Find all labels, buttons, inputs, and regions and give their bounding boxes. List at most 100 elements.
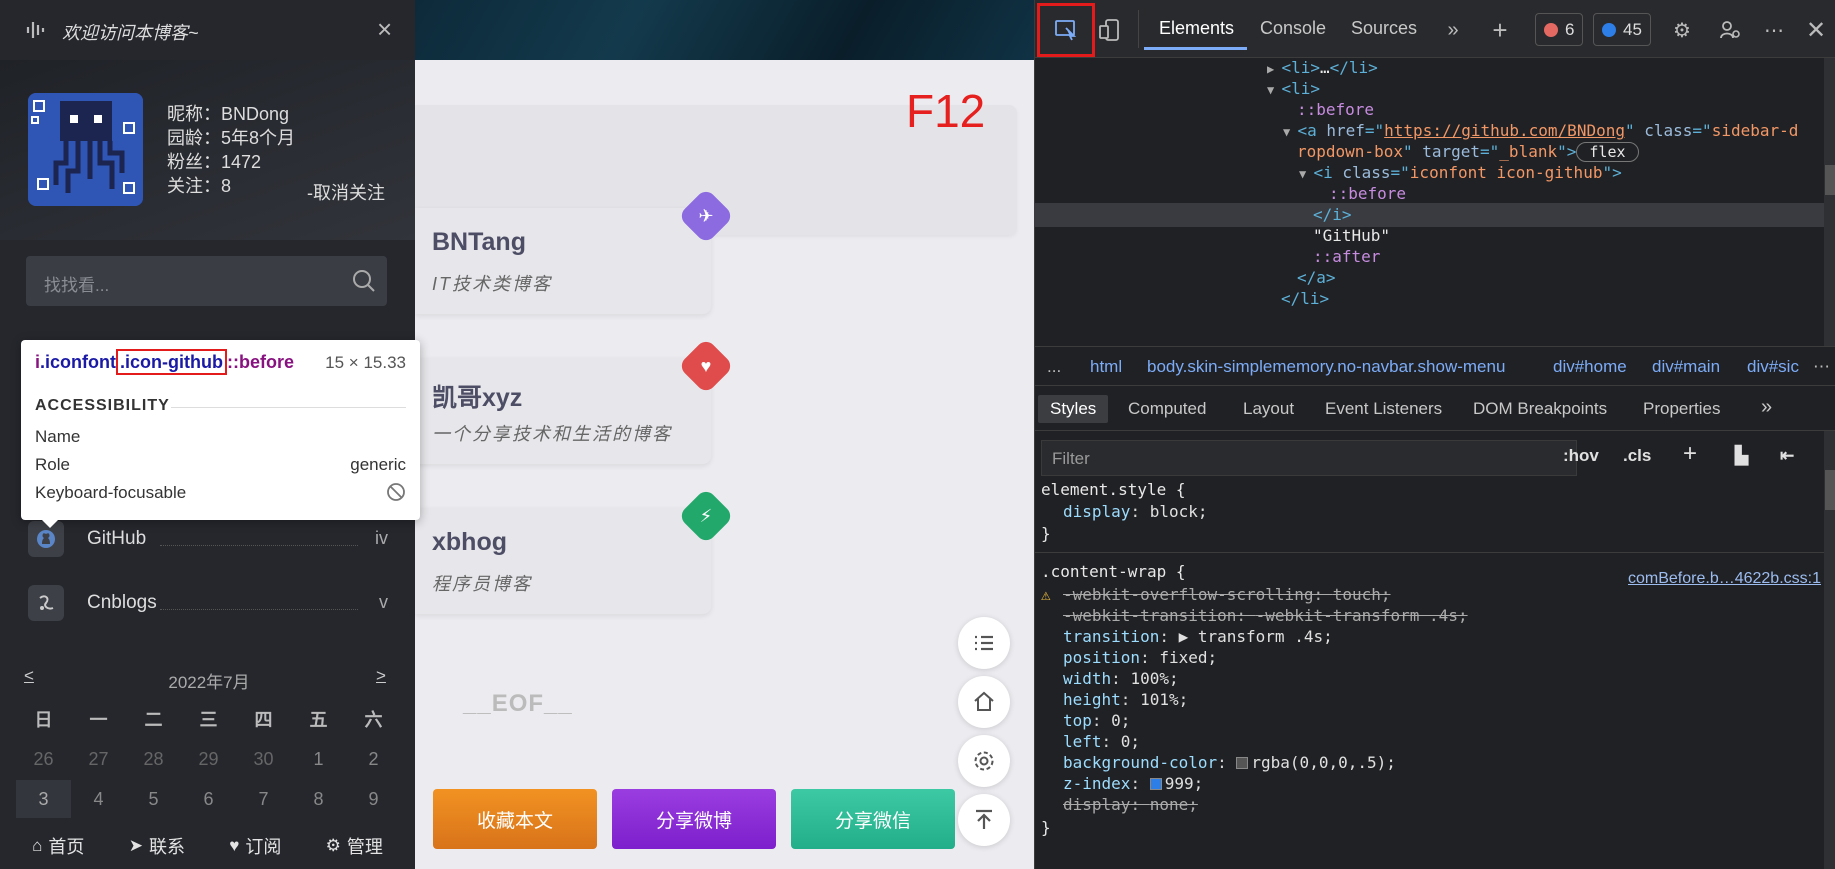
nav-home[interactable]: ⌂ 首页 — [32, 833, 84, 859]
blog-content: F12 BNTang IT技术类博客 ✈ 凯哥xyz 一个分享技术和生活的博客 … — [415, 60, 1034, 869]
customize-icon[interactable] — [1713, 13, 1747, 47]
tab-sources[interactable]: Sources — [1351, 18, 1417, 39]
dom-scrollbar[interactable] — [1824, 58, 1835, 346]
expand-arrow-icon[interactable]: ▶ — [1267, 62, 1281, 76]
breadcrumb-more[interactable]: ⋯ — [1813, 357, 1830, 377]
dom-node-line[interactable]: "GitHub" — [1313, 226, 1390, 245]
calendar-day[interactable]: 5 — [126, 780, 181, 818]
dom-scroll-thumb[interactable] — [1825, 165, 1835, 195]
cls-toggle[interactable]: .cls — [1623, 446, 1651, 466]
dom-node-line[interactable]: ::after — [1313, 247, 1380, 266]
calendar-day[interactable]: 29 — [181, 740, 236, 778]
device-toolbar-button[interactable] — [1093, 13, 1127, 47]
home-button[interactable] — [958, 676, 1010, 728]
nav-contact[interactable]: ➤ 联系 — [129, 833, 185, 859]
stylesheet-link[interactable]: comBefore.b…4622b.css:1 — [1628, 570, 1821, 588]
rule-selector: .content-wrap { — [1041, 562, 1186, 581]
share-weibo-button[interactable]: 分享微博 — [612, 789, 776, 849]
color-swatch[interactable] — [1236, 757, 1249, 769]
back-to-top-button[interactable] — [958, 794, 1010, 846]
settings-button[interactable] — [958, 735, 1010, 787]
dom-node-line[interactable]: ▼ <li> — [1267, 79, 1320, 98]
style-declaration: background-color: rgba(0,0,0,.5); — [1063, 753, 1396, 772]
expand-arrow-icon[interactable]: ▼ — [1267, 83, 1281, 97]
messages-badge[interactable]: 45 — [1593, 13, 1651, 46]
favorite-button[interactable]: 收藏本文 — [433, 789, 597, 849]
breadcrumb-div-home[interactable]: div#home — [1553, 357, 1627, 377]
share-wechat-button[interactable]: 分享微信 — [791, 789, 955, 849]
calendar-next-button[interactable]: > — [376, 666, 386, 686]
breadcrumb-overflow[interactable]: ... — [1047, 357, 1061, 377]
close-devtools-icon[interactable]: ✕ — [1799, 13, 1833, 47]
expand-arrow-icon[interactable]: ▼ — [1299, 167, 1313, 181]
dom-node-line[interactable]: </a> — [1297, 268, 1336, 287]
color-swatch[interactable] — [1149, 778, 1162, 790]
tab-dom-breakpoints[interactable]: DOM Breakpoints — [1473, 399, 1607, 419]
breadcrumb-div-main[interactable]: div#main — [1652, 357, 1720, 377]
search-icon[interactable] — [351, 268, 377, 294]
dom-node-line[interactable]: </li> — [1281, 289, 1329, 308]
screen: { "sidebar": { "welcome": "欢迎访问本博客~", "c… — [0, 0, 1835, 869]
close-icon[interactable]: × — [377, 16, 392, 42]
calendar-day[interactable]: 27 — [71, 740, 126, 778]
tab-console[interactable]: Console — [1260, 18, 1326, 39]
dom-node-line[interactable]: ▶ <li>…</li> — [1267, 58, 1378, 77]
expand-arrow-icon[interactable]: ▼ — [1283, 125, 1297, 139]
calendar-day[interactable]: 6 — [181, 780, 236, 818]
tab-event-listeners[interactable]: Event Listeners — [1325, 399, 1442, 419]
breadcrumb-body[interactable]: body.skin-simplememory.no-navbar.show-me… — [1147, 357, 1505, 377]
styles-filter-input[interactable]: Filter — [1041, 440, 1577, 476]
dom-node-line[interactable]: ::before — [1297, 100, 1374, 119]
settings-icon[interactable]: ⚙ — [1665, 13, 1699, 47]
tab-properties[interactable]: Properties — [1643, 399, 1720, 419]
calendar-day[interactable]: 26 — [16, 740, 71, 778]
breadcrumb-div-sic[interactable]: div#sic — [1747, 357, 1809, 377]
more-panels-icon[interactable]: » — [1761, 396, 1772, 419]
tab-layout[interactable]: Layout — [1243, 399, 1294, 419]
dom-node-line[interactable]: ▼ <a href="https://github.com/BNDong" cl… — [1283, 121, 1798, 140]
add-tab-icon[interactable]: + — [1483, 13, 1517, 47]
calendar-day[interactable]: 4 — [71, 780, 126, 818]
new-style-rule-icon[interactable]: + — [1683, 440, 1697, 468]
nav-manage[interactable]: ⚙ 管理 — [326, 833, 383, 859]
dom-node-line[interactable]: ▼ <i class="iconfont icon-github"> — [1299, 163, 1622, 182]
calendar-day[interactable]: 2 — [346, 740, 401, 778]
toc-button[interactable] — [958, 617, 1010, 669]
cnblogs-icon — [28, 585, 64, 621]
nav-label: 管理 — [346, 837, 383, 857]
inspect-element-button[interactable] — [1049, 13, 1083, 47]
calendar-day[interactable]: 8 — [291, 780, 346, 818]
breadcrumb-html[interactable]: html — [1090, 357, 1122, 377]
more-options-icon[interactable]: ⋯ — [1757, 13, 1791, 47]
nav-subscribe[interactable]: ♥ 订阅 — [229, 833, 281, 859]
devtools-panel: Elements Console Sources » + 6 45 ⚙ ⋯ ✕ … — [1034, 0, 1835, 869]
calendar-day[interactable]: 3 — [16, 780, 71, 818]
calendar-day[interactable]: 7 — [236, 780, 291, 818]
calendar-day[interactable]: 28 — [126, 740, 181, 778]
errors-badge[interactable]: 6 — [1535, 13, 1584, 46]
unfollow-link[interactable]: -取消关注 — [307, 179, 385, 205]
friend-card-kaige[interactable]: 凯哥xyz 一个分享技术和生活的博客 ♥ — [415, 337, 735, 464]
more-tabs-icon[interactable]: » — [1436, 13, 1470, 47]
tab-styles[interactable]: Styles — [1038, 395, 1109, 423]
paint-icon[interactable]: ▙ — [1735, 446, 1748, 466]
dom-token: </i> — [1313, 205, 1352, 224]
dom-node-line[interactable]: </i> — [1313, 205, 1352, 224]
styles-scroll-thumb[interactable] — [1825, 470, 1835, 510]
search-input[interactable]: 找找看... — [26, 256, 387, 306]
friend-card-bntang[interactable]: BNTang IT技术类博客 ✈ — [415, 187, 735, 314]
sidebar-item-cnblogs[interactable]: Cnblogs v — [28, 582, 388, 622]
tab-elements[interactable]: Elements — [1159, 18, 1234, 39]
sidebar-item-github[interactable]: GitHub iv — [28, 518, 388, 558]
toggle-sidebar-icon[interactable]: ⇤ — [1780, 446, 1794, 466]
friend-card-xbhog[interactable]: xbhog 程序员博客 ⚡ — [415, 487, 735, 614]
nav-label: 联系 — [148, 837, 185, 857]
tab-computed[interactable]: Computed — [1128, 399, 1206, 419]
hov-toggle[interactable]: :hov — [1563, 446, 1599, 466]
calendar-day[interactable]: 30 — [236, 740, 291, 778]
avatar[interactable] — [28, 93, 143, 206]
dom-node-line[interactable]: ropdown-box" target="_blank"> flex — [1297, 142, 1639, 162]
dom-node-line[interactable]: ::before — [1329, 184, 1406, 203]
calendar-day[interactable]: 9 — [346, 780, 401, 818]
calendar-day[interactable]: 1 — [291, 740, 346, 778]
